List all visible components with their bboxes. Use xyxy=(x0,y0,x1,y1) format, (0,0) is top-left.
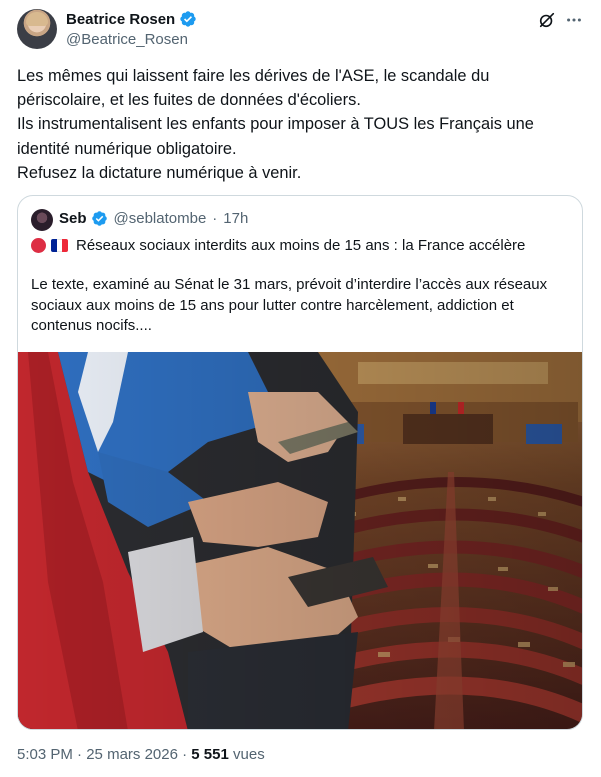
tweet-text: Les mêmes qui laissent faire les dérives… xyxy=(17,64,577,185)
quote-body: Le texte, examiné au Sénat le 31 mars, p… xyxy=(31,275,571,337)
tweet-line: Les mêmes qui laissent faire les dérives… xyxy=(17,67,490,85)
quote-body-line: sociaux aux moins de 15 ans pour lutter … xyxy=(31,296,514,314)
author-name-row: Beatrice Rosen xyxy=(66,10,197,28)
quote-title: Réseaux sociaux interdits aux moins de 1… xyxy=(31,237,525,254)
author-display-name[interactable]: Beatrice Rosen xyxy=(66,11,175,28)
more-horizontal-icon[interactable] xyxy=(565,11,583,29)
tweet-line: identité numérique obligatoire. xyxy=(17,139,237,158)
views-count: 5 551 xyxy=(191,746,229,763)
quoted-tweet-card[interactable]: Seb @seblatombe · 17h Réseaux sociaux in… xyxy=(17,195,583,730)
tweet-line: Ils instrumentalisent les enfants pour i… xyxy=(17,115,534,134)
tweet-line: Refusez la dictature numérique à venir. xyxy=(17,163,302,182)
views-label: vues xyxy=(233,746,265,763)
quote-body-line: contenus nocifs.... xyxy=(31,317,152,334)
quote-body-line: Le texte, examiné au Sénat le 31 mars, p… xyxy=(31,276,548,293)
verified-badge-icon xyxy=(91,211,107,226)
quote-title-text: Réseaux sociaux interdits aux moins de 1… xyxy=(76,237,526,254)
quote-author-handle[interactable]: @seblatombe xyxy=(114,210,207,227)
author-avatar[interactable] xyxy=(17,9,57,49)
author-handle[interactable]: @Beatrice_Rosen xyxy=(66,31,188,48)
quote-time[interactable]: 17h xyxy=(223,210,248,227)
footer-separator: · xyxy=(77,746,83,763)
footer-separator: · xyxy=(182,746,188,763)
quote-author-avatar[interactable] xyxy=(31,209,53,231)
quote-media-image[interactable] xyxy=(18,352,583,730)
tweet-time[interactable]: 5:03 PM xyxy=(17,746,73,763)
quote-separator: · xyxy=(212,210,218,227)
france-flag-icon xyxy=(51,239,68,252)
tweet-line: périscolaire, et les fuites de données d… xyxy=(17,91,361,110)
quote-author-name[interactable]: Seb xyxy=(59,210,87,227)
quote-author-row: Seb @seblatombe · 17h xyxy=(59,210,248,227)
tweet-footer: 5:03 PM · 25 mars 2026 · 5 551 vues xyxy=(17,746,265,763)
grok-icon[interactable] xyxy=(538,11,556,29)
verified-badge-icon xyxy=(180,11,196,27)
tweet-date[interactable]: 25 mars 2026 xyxy=(86,746,178,763)
red-circle-icon xyxy=(31,238,46,253)
